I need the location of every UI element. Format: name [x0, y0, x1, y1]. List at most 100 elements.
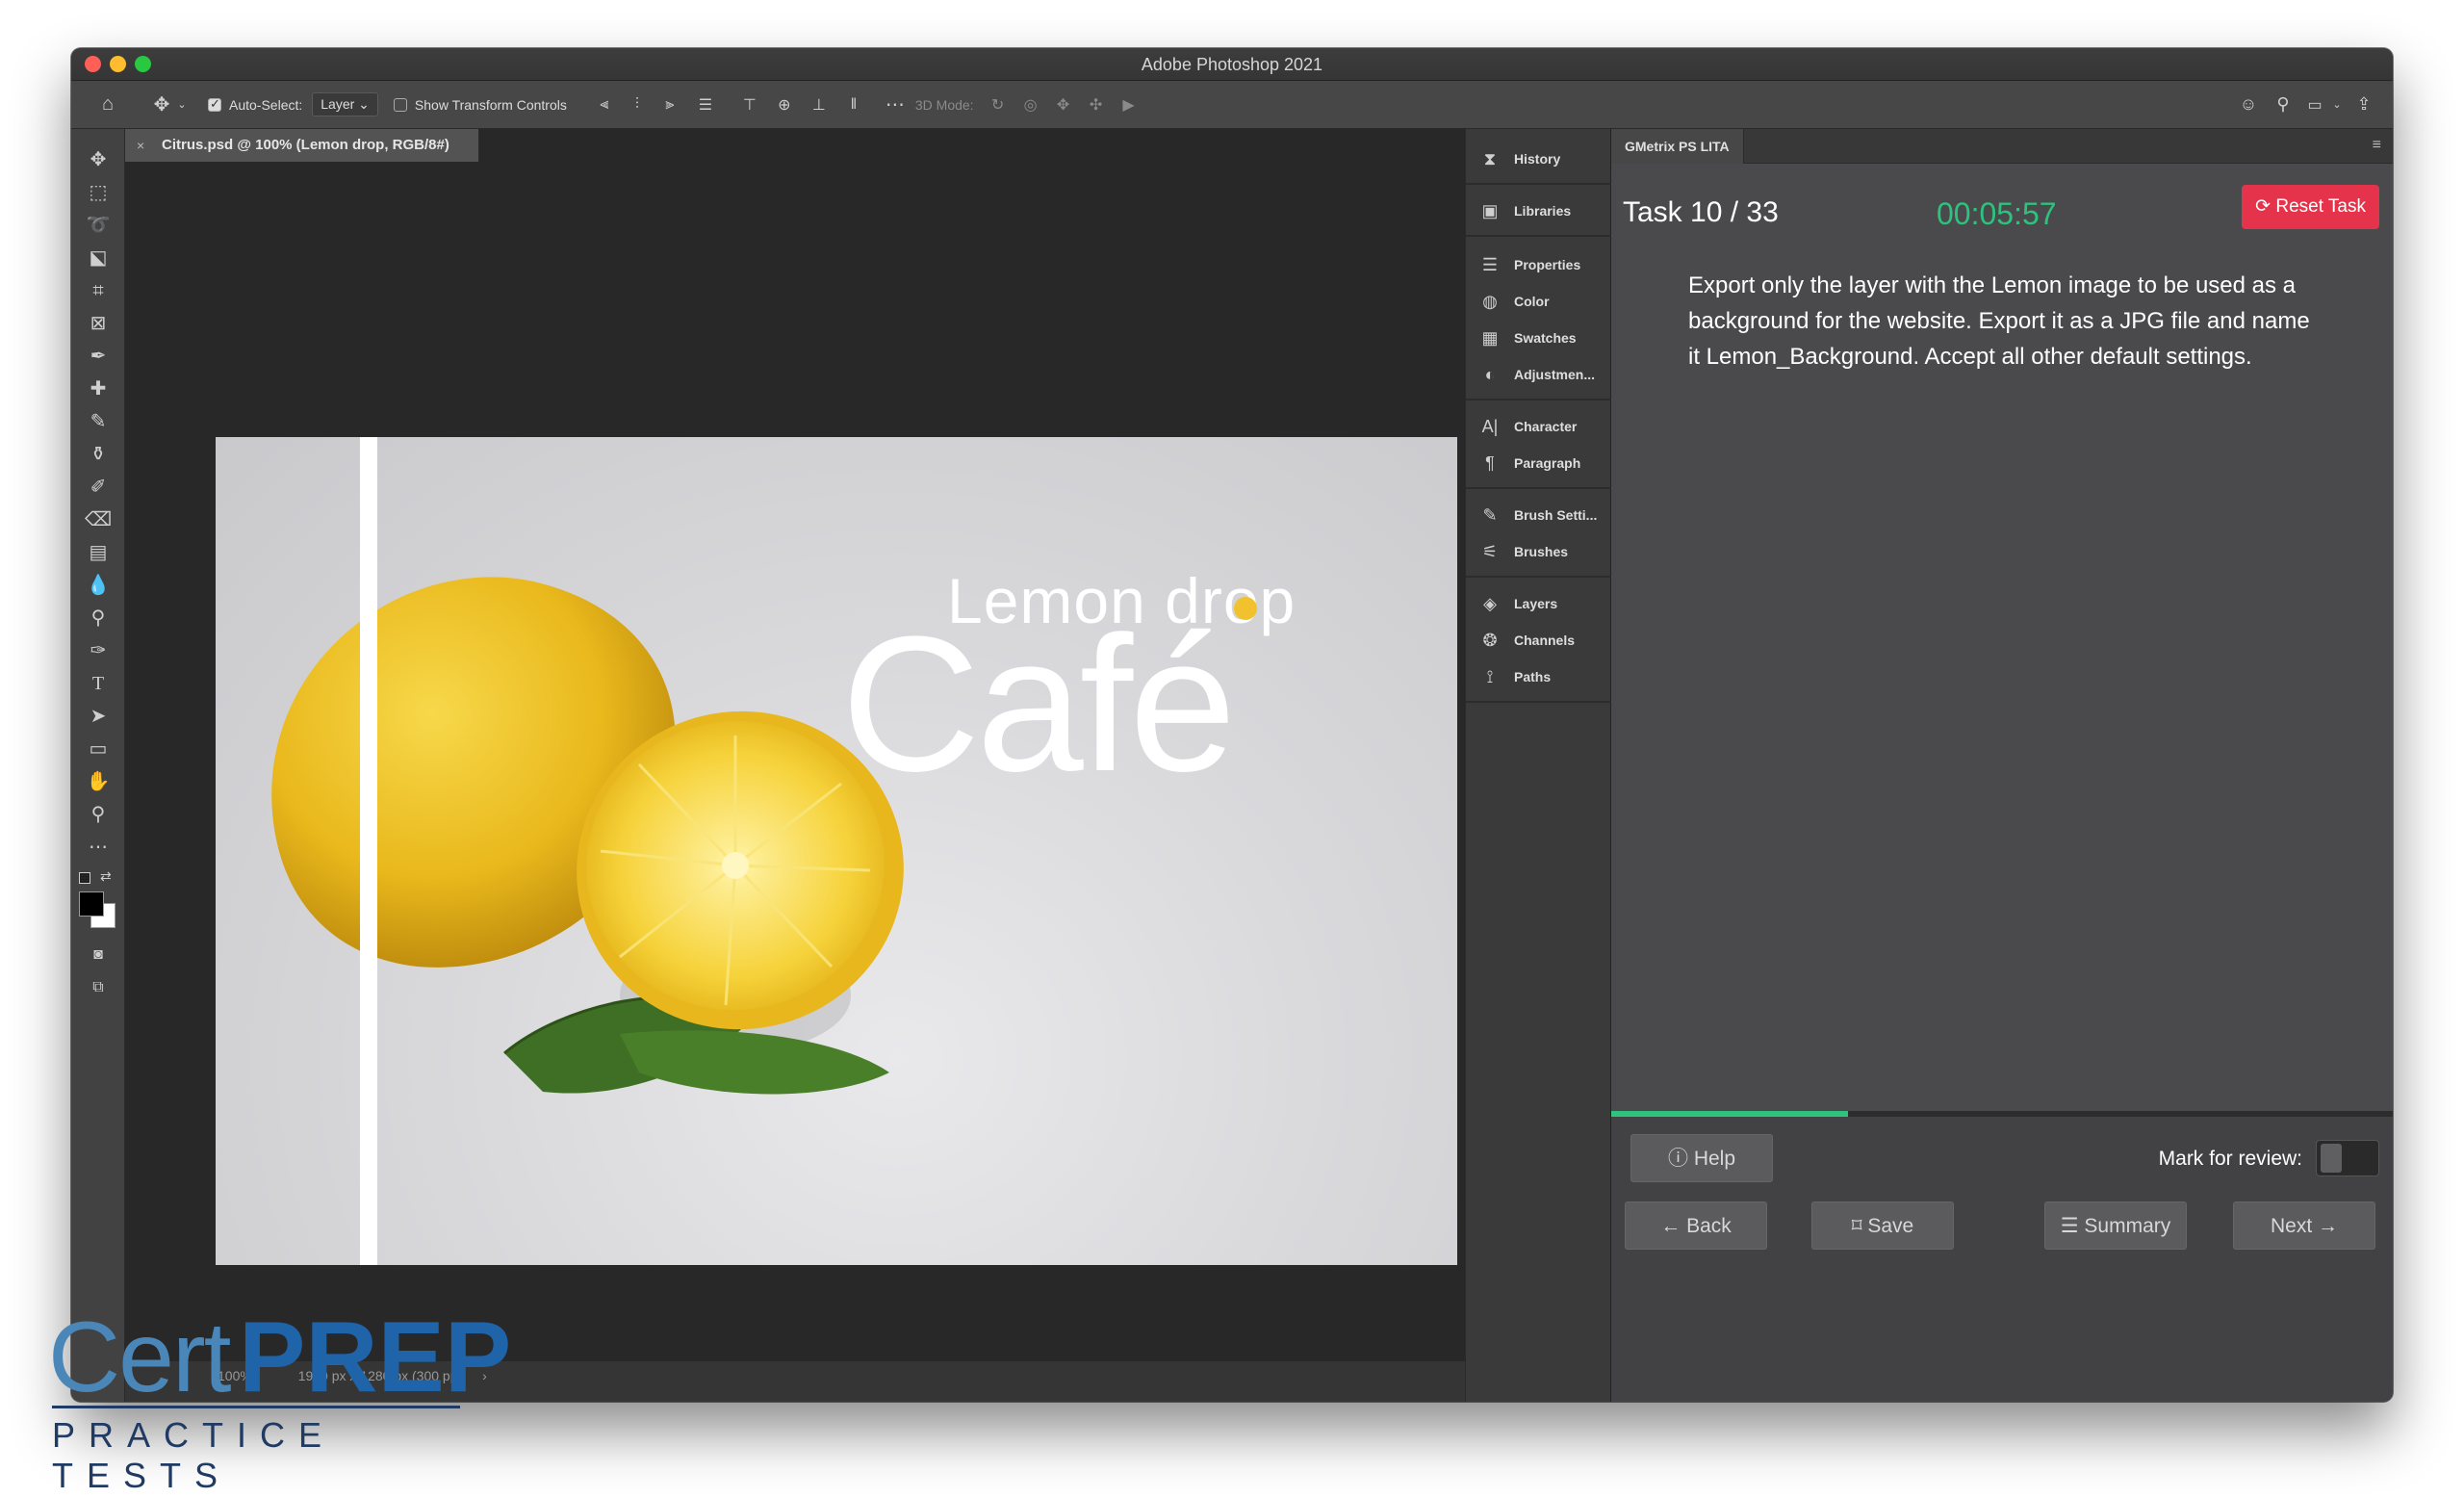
gmetrix-tab[interactable]: GMetrix PS LITA — [1611, 129, 1744, 164]
rectangle-tool-icon[interactable]: ▭ — [85, 736, 112, 762]
dodge-tool-icon[interactable]: ⚲ — [85, 605, 112, 632]
align-middle-icon[interactable]: ⊕ — [767, 95, 802, 115]
canvas-background[interactable]: Lemon drop Café — [125, 162, 1511, 1361]
close-window-button[interactable] — [85, 56, 101, 72]
canvas-artwork[interactable]: Lemon drop Café — [216, 437, 1457, 1265]
white-stripe — [360, 437, 377, 1265]
frame-tool-icon[interactable]: ⊠ — [85, 310, 112, 337]
layers-icon: ◈ — [1483, 594, 1497, 613]
search-icon[interactable]: ⚲ — [2266, 94, 2300, 115]
panel-adjustments[interactable]: ◐ Adjustmen... — [1466, 358, 1612, 391]
type-tool-icon[interactable]: T — [85, 670, 112, 697]
help-button[interactable]: ⓘ Help — [1630, 1134, 1773, 1182]
hand-tool-icon[interactable]: ✋ — [85, 768, 112, 795]
object-select-tool-icon[interactable]: ⬕ — [85, 245, 112, 271]
panel-brush-settings[interactable]: ✎ Brush Setti... — [1466, 499, 1612, 531]
more-tools-icon[interactable]: ⋯ — [85, 834, 112, 861]
panel-paragraph[interactable]: ¶ Paragraph — [1466, 447, 1612, 479]
eraser-tool-icon[interactable]: ⌫ — [85, 506, 112, 533]
brush-tool-icon[interactable]: ✎ — [85, 408, 112, 435]
crop-tool-icon[interactable]: ⌗ — [85, 277, 112, 304]
zoom-window-button[interactable] — [135, 56, 151, 72]
move-tool-icon[interactable]: ✥ — [148, 92, 175, 116]
tools-panel: ✥ ⬚ ➰ ⬕ ⌗ ⊠ ✒ ✚ ✎ ⚱ ✐ ⌫ ▤ 💧 ⚲ ✑ T ➤ ▭ ✋ … — [71, 129, 125, 1402]
move-tool-icon[interactable]: ✥ — [85, 146, 112, 173]
home-icon[interactable]: ⌂ — [94, 93, 121, 116]
healing-brush-tool-icon[interactable]: ✚ — [85, 375, 112, 402]
default-colors-icon[interactable] — [79, 872, 90, 884]
logo-prep-text: PREP — [239, 1302, 512, 1413]
foreground-color-swatch[interactable] — [79, 891, 104, 917]
summary-label: Summary — [2084, 1215, 2171, 1237]
panel-paths[interactable]: ⟟ Paths — [1466, 660, 1612, 693]
3d-camera-icon[interactable]: ▶ — [1113, 95, 1145, 115]
align-left-icon[interactable]: ⫷ — [588, 96, 621, 114]
clone-stamp-tool-icon[interactable]: ⚱ — [85, 441, 112, 468]
zoom-tool-icon[interactable]: ⚲ — [85, 801, 112, 828]
align-top-icon[interactable]: ⊤ — [732, 95, 767, 115]
panel-channels[interactable]: ❂ Channels — [1466, 624, 1612, 657]
more-options-icon[interactable]: ⋯ — [881, 92, 910, 116]
refresh-icon: ⟳ — [2255, 196, 2276, 217]
back-button[interactable]: ← Back — [1625, 1201, 1767, 1250]
gmetrix-tab-bar: GMetrix PS LITA ≡ — [1611, 129, 2393, 164]
3d-slide-icon[interactable]: ✣ — [1080, 95, 1113, 115]
panel-color[interactable]: ◍ Color — [1466, 285, 1612, 318]
3d-orbit-icon[interactable]: ↻ — [982, 95, 1014, 115]
auto-select-label: Auto-Select: — [229, 96, 303, 113]
panel-brushes[interactable]: ⚟ Brushes — [1466, 535, 1612, 568]
yellow-dot — [1234, 597, 1257, 620]
next-button[interactable]: Next → — [2233, 1201, 2375, 1250]
auto-select-checkbox[interactable] — [208, 96, 221, 112]
align-right-icon[interactable]: ⫸ — [654, 96, 686, 114]
logo-divider — [52, 1406, 460, 1408]
screen-mode-icon[interactable]: ⧉ — [85, 974, 112, 1001]
close-tab-icon[interactable]: × — [137, 129, 144, 162]
history-brush-tool-icon[interactable]: ✐ — [85, 474, 112, 501]
chevron-down-icon[interactable]: ⌄ — [2329, 98, 2345, 111]
cafe-text: Café — [841, 597, 1236, 812]
properties-icon: ☰ — [1481, 255, 1499, 274]
panel-layers[interactable]: ◈ Layers — [1466, 587, 1612, 620]
path-select-tool-icon[interactable]: ➤ — [85, 703, 112, 730]
share-icon[interactable]: ⇪ — [2345, 94, 2383, 115]
lasso-tool-icon[interactable]: ➰ — [85, 212, 112, 239]
logo-cert-text: Cert — [48, 1302, 231, 1413]
distribute-icon[interactable]: ☰ — [686, 95, 725, 115]
panel-character[interactable]: A| Character — [1466, 410, 1612, 443]
workspace-icon[interactable]: ▭ — [2300, 95, 2329, 115]
quick-mask-icon[interactable]: ◙ — [85, 942, 112, 969]
panel-properties[interactable]: ☰ Properties — [1466, 248, 1612, 281]
document-tab[interactable]: × Citrus.psd @ 100% (Lemon drop, RGB/8#) — [125, 129, 479, 162]
align-center-icon[interactable]: ⫶ — [621, 96, 654, 114]
dock-divider — [1466, 399, 1612, 400]
lemon-image — [271, 577, 904, 1095]
marquee-tool-icon[interactable]: ⬚ — [85, 179, 112, 206]
auto-select-dropdown[interactable]: Layer ⌄ — [312, 92, 378, 116]
chevron-down-icon[interactable]: ⌄ — [175, 98, 189, 111]
certprep-logo: Cert PREP PRACTICE TESTS — [48, 1302, 511, 1495]
options-bar: ⌂ ✥ ⌄ Auto-Select: Layer ⌄ Show Transfor… — [71, 81, 2393, 129]
panel-history[interactable]: ⧗ History — [1466, 142, 1612, 175]
panel-libraries[interactable]: ▣ Libraries — [1466, 194, 1612, 227]
user-icon[interactable]: ☺ — [2231, 94, 2266, 115]
eyedropper-tool-icon[interactable]: ✒ — [85, 343, 112, 370]
save-button[interactable]: ⌑ Save — [1811, 1201, 1954, 1250]
pen-tool-icon[interactable]: ✑ — [85, 637, 112, 664]
help-label: Help — [1693, 1148, 1736, 1170]
distribute-vertical-icon[interactable]: ‖ — [836, 96, 871, 114]
panel-menu-icon[interactable]: ≡ — [2373, 137, 2381, 154]
show-transform-checkbox[interactable] — [393, 97, 407, 112]
3d-roll-icon[interactable]: ◎ — [1014, 95, 1047, 115]
blur-tool-icon[interactable]: 💧 — [85, 572, 112, 599]
mark-for-review-toggle[interactable] — [2316, 1140, 2379, 1176]
align-bottom-icon[interactable]: ⊥ — [802, 95, 836, 115]
3d-pan-icon[interactable]: ✥ — [1047, 95, 1080, 115]
minimize-window-button[interactable] — [110, 56, 126, 72]
reset-task-button[interactable]: ⟳ Reset Task — [2242, 185, 2379, 229]
help-icon: ⓘ — [1667, 1148, 1694, 1170]
swap-colors-icon[interactable]: ⇄ — [100, 868, 112, 885]
gradient-tool-icon[interactable]: ▤ — [85, 539, 112, 566]
panel-swatches[interactable]: ▦ Swatches — [1466, 322, 1612, 354]
summary-button[interactable]: ☰ Summary — [2044, 1201, 2187, 1250]
